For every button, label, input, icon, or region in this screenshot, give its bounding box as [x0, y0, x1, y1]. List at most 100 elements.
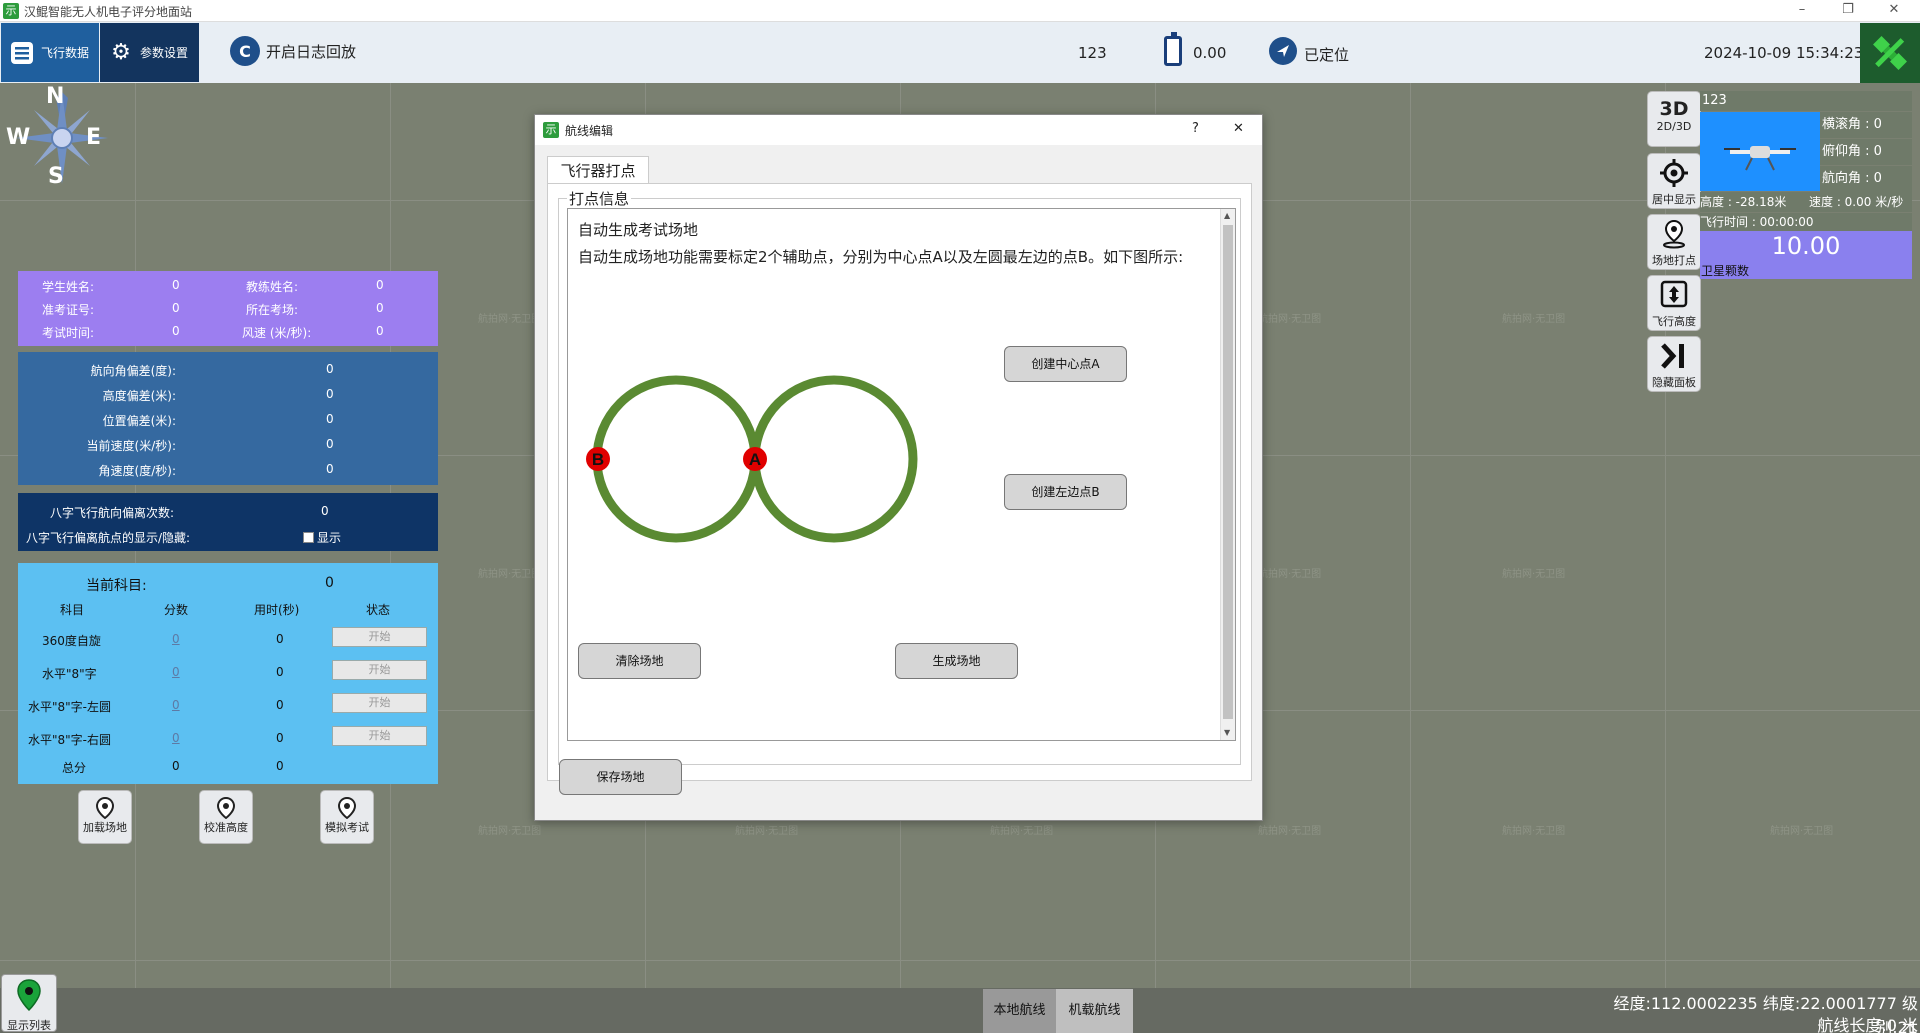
params-settings-button[interactable]: ⚙ 参数设置	[100, 23, 199, 82]
show-list-button[interactable]: 显示列表	[1, 974, 57, 1032]
coach-name-value: 0	[376, 278, 384, 292]
flight-height-button[interactable]: 飞行高度	[1647, 275, 1701, 331]
compass-n: N	[46, 84, 65, 109]
start-button[interactable]: 开始	[332, 627, 427, 647]
generate-field-button[interactable]: 生成场地	[895, 643, 1018, 679]
battery-value: 0.00	[1193, 44, 1227, 62]
flight-data-label: 飞行数据	[41, 46, 90, 60]
dialog-title: 航线编辑	[565, 124, 614, 138]
tab-aircraft-point[interactable]: 飞行器打点	[547, 156, 649, 184]
subject-time: 0	[276, 665, 284, 679]
subject-score-link[interactable]: 0	[172, 632, 180, 646]
scroll-thumb[interactable]	[1223, 225, 1233, 719]
map-tile-watermark: 航拍网·无卫图	[990, 826, 1054, 837]
satellite-label: 卫星颗数	[1701, 264, 1750, 278]
current-speed-label: 当前速度(米/秒):	[86, 439, 176, 453]
map-pin-icon	[217, 797, 235, 819]
scroll-down-icon[interactable]: ▼	[1224, 728, 1230, 737]
subject-time: 0	[276, 731, 284, 745]
compass-s: S	[48, 164, 64, 189]
subject-name: 水平"8"字	[42, 667, 97, 681]
position-deviation-label: 位置偏差(米):	[102, 414, 176, 428]
compass-rose: N S E W	[6, 84, 112, 189]
position-status: 已定位	[1304, 46, 1350, 64]
window-title: 汉鲲智能无人机电子评分地面站	[24, 5, 193, 19]
deviation-count-value: 0	[321, 504, 329, 518]
create-left-b-button[interactable]: 创建左边点B	[1004, 474, 1127, 510]
ticket-label: 准考证号:	[42, 303, 95, 317]
field-point-label: 场地打点	[1652, 254, 1696, 267]
start-button[interactable]: 开始	[332, 726, 427, 746]
heading-deviation-value: 0	[326, 362, 334, 376]
col-header-subject: 科目	[60, 603, 85, 617]
toggle-3d-button[interactable]: 3D 2D/3D	[1647, 91, 1701, 147]
col-header-score: 分数	[164, 603, 189, 617]
show-hide-label: 八字飞行偏离航点的显示/隐藏:	[26, 531, 191, 545]
hide-panel-button[interactable]: 隐藏面板	[1647, 336, 1701, 392]
help-button[interactable]: ?	[1192, 121, 1199, 136]
subject-score-link[interactable]: 0	[172, 665, 180, 679]
height-deviation-value: 0	[326, 387, 334, 401]
subject-score-link[interactable]: 0	[172, 731, 180, 745]
auto-field-heading: 自动生成考试场地	[578, 221, 699, 239]
student-name-label: 学生姓名:	[42, 280, 95, 294]
center-view-button[interactable]: 居中显示	[1647, 153, 1701, 209]
collapse-right-icon	[1661, 343, 1684, 369]
location-arrow-icon	[1268, 36, 1298, 70]
create-center-a-button[interactable]: 创建中心点A	[1004, 346, 1127, 382]
replay-icon: C	[230, 36, 260, 66]
onboard-route-tab[interactable]: 机载航线	[1056, 989, 1133, 1033]
compass-e: E	[86, 125, 102, 150]
flight-time-value: 飞行时间 : 00:00:00	[1700, 213, 1912, 231]
mock-exam-button[interactable]: 模拟考试	[320, 790, 374, 844]
dialog-title-bar: 示 航线编辑 ? ✕	[535, 115, 1262, 145]
total-time: 0	[276, 759, 284, 773]
speed-value: 速度 : 0.00 米/秒	[1806, 192, 1912, 212]
venue-label: 所在考场:	[246, 303, 299, 317]
satellite-button[interactable]	[1860, 23, 1920, 83]
current-subject-label: 当前科目:	[86, 578, 147, 594]
field-point-button[interactable]: 场地打点	[1647, 214, 1701, 270]
start-button[interactable]: 开始	[332, 660, 427, 680]
map-tile-watermark: 航拍网·无卫图	[478, 314, 542, 325]
venue-value: 0	[376, 301, 384, 315]
subject-name: 360度自旋	[42, 634, 101, 648]
heading-deviation-label: 航向角偏差(度):	[90, 364, 176, 378]
map-tile-watermark: 航拍网·无卫图	[1770, 826, 1834, 837]
subject-score-panel: 当前科目: 0 科目 分数 用时(秒) 状态 360度自旋 0 0 开始 水平"…	[18, 563, 438, 784]
point-info-content: 自动生成考试场地 自动生成场地功能需要标定2个辅助点，分别为中心点A以及左圆最左…	[567, 208, 1236, 741]
list-icon	[9, 40, 35, 66]
toggle-3d-big: 3D	[1659, 98, 1689, 120]
maximize-button[interactable]: ❐	[1828, 2, 1868, 17]
height-arrows-icon	[1660, 280, 1688, 308]
map-pin-icon	[96, 797, 114, 819]
show-checkbox[interactable]	[303, 532, 314, 543]
dialog-close-button[interactable]: ✕	[1233, 121, 1244, 136]
ticket-value: 0	[172, 301, 180, 315]
minimize-button[interactable]: –	[1782, 2, 1822, 17]
subject-score-link[interactable]: 0	[172, 698, 180, 712]
local-route-tab[interactable]: 本地航线	[983, 989, 1056, 1033]
save-field-button[interactable]: 保存场地	[559, 759, 682, 795]
location-pin-icon	[1663, 219, 1685, 249]
flight-height-label: 飞行高度	[1652, 315, 1696, 328]
dialog-app-icon: 示	[543, 122, 559, 138]
vertical-scrollbar[interactable]: ▲ ▼	[1220, 209, 1235, 740]
close-window-button[interactable]: ✕	[1874, 2, 1914, 17]
show-checkbox-wrap[interactable]: 显示	[303, 529, 341, 546]
clear-field-button[interactable]: 清除场地	[578, 643, 701, 679]
left-circle	[592, 375, 760, 543]
calibrate-height-button[interactable]: 校准高度	[199, 790, 253, 844]
load-field-button[interactable]: 加载场地	[78, 790, 132, 844]
scroll-up-icon[interactable]: ▲	[1224, 211, 1230, 220]
log-replay-button[interactable]: C 开启日志回放	[230, 36, 356, 66]
position-deviation-value: 0	[326, 412, 334, 426]
map-tile-watermark: 航拍网·无卫图	[1258, 826, 1322, 837]
aircraft-panel-name: 123	[1700, 91, 1912, 111]
mock-exam-label: 模拟考试	[325, 821, 369, 834]
subject-time: 0	[276, 698, 284, 712]
start-button[interactable]: 开始	[332, 693, 427, 713]
exam-time-value: 0	[172, 324, 180, 338]
map-tile-watermark: 航拍网·无卫图	[1502, 826, 1566, 837]
flight-data-button[interactable]: 飞行数据	[1, 23, 99, 82]
